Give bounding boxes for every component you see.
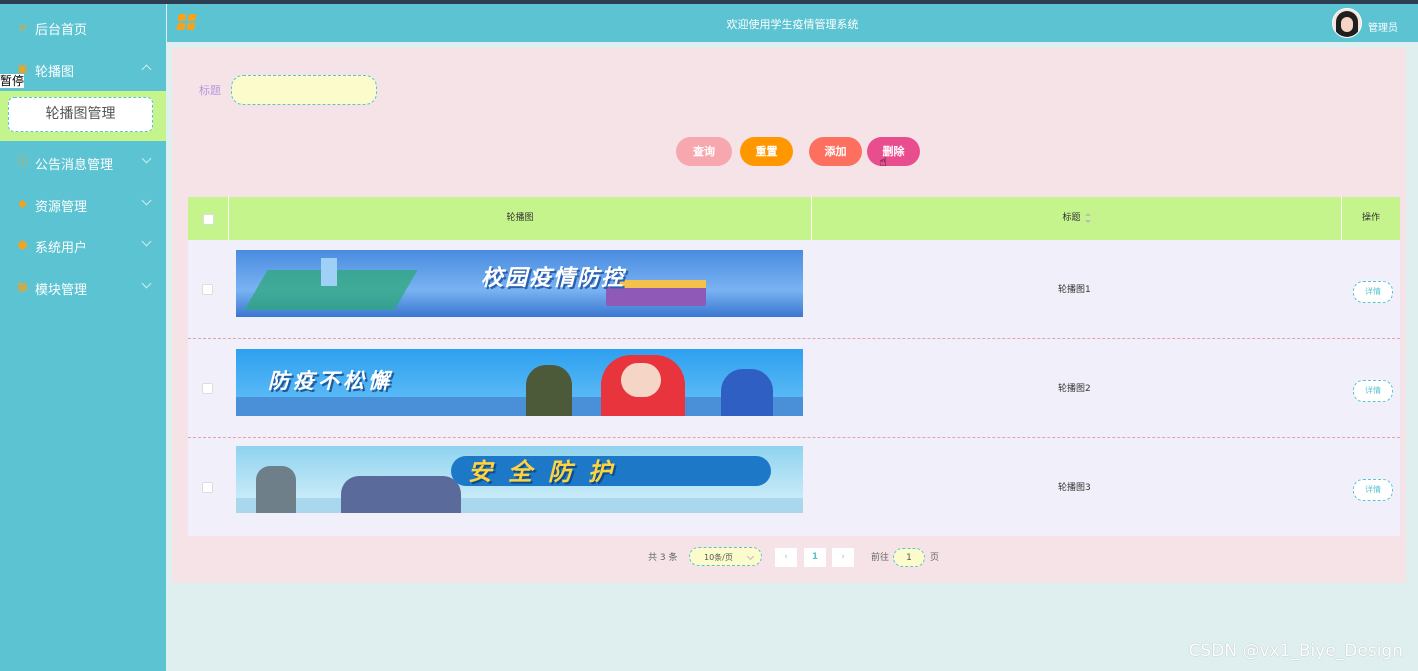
floating-overlay-text: 暂停 bbox=[0, 74, 25, 88]
carousel-image: 防疫不松懈 bbox=[236, 349, 803, 416]
sort-icon[interactable] bbox=[1084, 212, 1091, 223]
table-row: 校园疫情防控 轮播图1 详情 bbox=[188, 240, 1400, 339]
submenu-container: 轮播图管理 bbox=[0, 91, 166, 141]
image-icon: ▣ bbox=[17, 62, 28, 75]
chevron-up-icon bbox=[141, 64, 152, 75]
sidebar-item-label: 后台首页 bbox=[35, 23, 88, 38]
prev-page-button[interactable]: ‹ bbox=[775, 548, 797, 567]
carousel-image: 安全防护 bbox=[236, 446, 803, 513]
row-checkbox[interactable] bbox=[202, 482, 213, 493]
table-row: 安全防护 轮播图3 详情 bbox=[188, 438, 1400, 536]
table-header: 轮播图 标题 操作 bbox=[188, 197, 1400, 240]
main-panel: 标题 查询 重置 添加 删除 ☝ 轮播图 标题 操作 校园疫情防控 轮播图1 详… bbox=[172, 48, 1406, 583]
title-filter-label: 标题 bbox=[199, 84, 221, 97]
sidebar-item-carousel[interactable]: ▣ 轮播图 bbox=[0, 49, 166, 89]
row-title: 轮播图1 bbox=[1058, 285, 1091, 295]
chevron-down-icon bbox=[141, 153, 152, 164]
goto-page-input[interactable]: 1 bbox=[893, 548, 925, 567]
row-title: 轮播图2 bbox=[1058, 384, 1091, 394]
sidebar-item-label: 资源管理 bbox=[35, 200, 88, 215]
user-icon: ● bbox=[17, 238, 28, 251]
home-icon: ⌂ bbox=[19, 20, 26, 33]
hand-cursor-icon: ☝ bbox=[879, 155, 887, 170]
column-header-actions: 操作 bbox=[1361, 213, 1380, 223]
sidebar-item-notice[interactable]: ⓘ 公告消息管理 bbox=[0, 142, 166, 182]
top-header: 欢迎使用学生疫情管理系统 管理员 bbox=[167, 4, 1418, 42]
pin-icon: ◆ bbox=[18, 197, 27, 210]
data-table: 轮播图 标题 操作 校园疫情防控 轮播图1 详情 防疫不松懈 轮播图2 详情 安… bbox=[188, 197, 1400, 536]
select-all-cell bbox=[188, 197, 229, 240]
reset-button[interactable]: 重置 bbox=[740, 137, 793, 166]
table-row: 防疫不松懈 轮播图2 详情 bbox=[188, 339, 1400, 438]
page-title: 欢迎使用学生疫情管理系统 bbox=[726, 18, 859, 31]
page-size-value: 10条/页 bbox=[704, 553, 733, 562]
page-number[interactable]: 1 bbox=[804, 548, 826, 567]
add-button[interactable]: 添加 bbox=[809, 137, 862, 166]
page-size-select[interactable]: 10条/页 bbox=[689, 547, 762, 566]
next-page-button[interactable]: › bbox=[832, 548, 854, 567]
admin-username[interactable]: 管理员 bbox=[1368, 19, 1398, 34]
grid-icon: ▦ bbox=[17, 280, 28, 293]
chevron-down-icon bbox=[141, 236, 152, 247]
carousel-image: 校园疫情防控 bbox=[236, 250, 803, 317]
detail-button[interactable]: 详情 bbox=[1353, 281, 1393, 303]
sidebar-item-label: 轮播图 bbox=[35, 65, 75, 80]
query-button[interactable]: 查询 bbox=[676, 137, 732, 166]
info-icon: ⓘ bbox=[17, 155, 28, 168]
sidebar-item-label: 公告消息管理 bbox=[35, 158, 114, 173]
sidebar: ⌂ 后台首页 ▣ 轮播图 轮播图管理 ⓘ 公告消息管理 ◆ 资源管理 ● 系统用… bbox=[0, 4, 166, 671]
chevron-down-icon bbox=[141, 195, 152, 206]
chevron-down-icon bbox=[746, 552, 755, 561]
watermark: CSDN @vx1_Biye_Design bbox=[1188, 641, 1403, 661]
page-suffix: 页 bbox=[930, 553, 940, 563]
column-header-title[interactable]: 标题 bbox=[812, 197, 1342, 240]
select-all-checkbox[interactable] bbox=[203, 214, 214, 225]
detail-button[interactable]: 详情 bbox=[1353, 380, 1393, 402]
sidebar-item-modules[interactable]: ▦ 模块管理 bbox=[0, 267, 166, 307]
chevron-down-icon bbox=[141, 278, 152, 289]
pagination-total: 共 3 条 bbox=[648, 553, 678, 563]
sidebar-item-home[interactable]: ⌂ 后台首页 bbox=[0, 7, 166, 47]
row-title: 轮播图3 bbox=[1058, 483, 1091, 493]
sidebar-item-label: 模块管理 bbox=[35, 283, 88, 298]
submenu-item-carousel-manage[interactable]: 轮播图管理 bbox=[8, 97, 153, 132]
detail-button[interactable]: 详情 bbox=[1353, 479, 1393, 501]
sidebar-item-users[interactable]: ● 系统用户 bbox=[0, 225, 166, 265]
row-checkbox[interactable] bbox=[202, 284, 213, 295]
column-header-carousel: 轮播图 bbox=[229, 197, 812, 240]
title-filter-input[interactable] bbox=[231, 75, 377, 105]
sidebar-item-label: 系统用户 bbox=[35, 241, 88, 256]
avatar[interactable] bbox=[1332, 8, 1362, 38]
banner-caption: 安全防护 bbox=[468, 458, 628, 486]
banner-caption: 防疫不松懈 bbox=[268, 369, 393, 393]
sidebar-item-resources[interactable]: ◆ 资源管理 bbox=[0, 184, 166, 224]
column-header-label: 标题 bbox=[1062, 213, 1081, 223]
delete-button[interactable]: 删除 bbox=[867, 137, 920, 166]
row-checkbox[interactable] bbox=[202, 383, 213, 394]
banner-caption: 校园疫情防控 bbox=[481, 266, 626, 291]
goto-label: 前往 bbox=[871, 553, 890, 563]
